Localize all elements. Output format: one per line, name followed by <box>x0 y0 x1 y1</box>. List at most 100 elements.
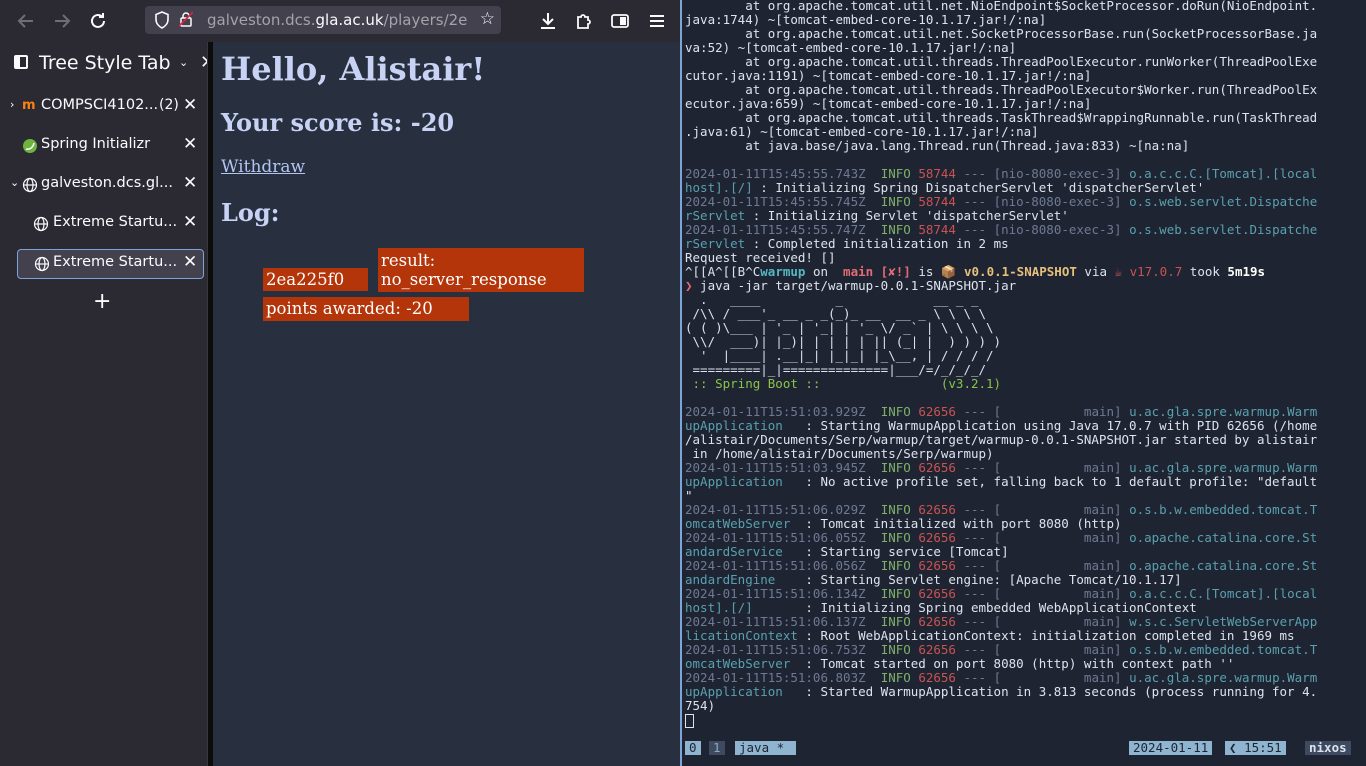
tab-spring-initializr[interactable]: Spring Initializr ✕ <box>0 131 207 161</box>
back-button[interactable] <box>14 9 38 33</box>
close-tab-icon[interactable]: ✕ <box>183 252 197 272</box>
chevron-down-icon[interactable]: ⌄ <box>10 176 19 189</box>
sidebar-header[interactable]: Tree Style Tab ⌄ ✕ <box>0 42 215 86</box>
log-result-value: no_server_response <box>381 270 547 289</box>
log-line: 2024-01-11T15:51:06.056Z INFO 62656 --- … <box>685 558 1318 573</box>
log-line: 2024-01-11T15:51:03.945Z INFO 62656 --- … <box>685 460 1318 475</box>
forward-button[interactable] <box>50 9 74 33</box>
puzzle-icon <box>577 14 591 29</box>
url-domain: gla.ac.uk <box>315 11 384 29</box>
log-heading: Log: <box>221 198 280 227</box>
close-tab-icon[interactable]: ✕ <box>183 212 197 232</box>
tab-extreme-startup-1[interactable]: Extreme Startu... ✕ <box>17 209 204 239</box>
url-suffix: /players/2e <box>383 11 468 29</box>
lock-insecure-icon[interactable] <box>179 11 193 27</box>
log-result: result: no_server_response <box>378 248 584 292</box>
log-points: points awarded: -20 <box>263 297 469 321</box>
stack-trace-line: at org.apache.tomcat.util.threads.TaskTh… <box>685 110 1318 125</box>
tab-compsci[interactable]: › m COMPSCI4102... (2) ✕ <box>0 92 207 122</box>
log-line: 2024-01-11T15:51:06.753Z INFO 62656 --- … <box>685 642 1318 657</box>
spring-banner-line: =========|_|==============|___/=/_/_/_/ <box>685 362 987 377</box>
log-line: 754) <box>685 698 716 713</box>
greeting-heading: Hello, Alistair! <box>221 50 486 88</box>
log-line: 2024-01-11T15:51:06.137Z INFO 62656 --- … <box>685 614 1318 629</box>
log-request-id: 2ea225f0 <box>263 268 368 291</box>
spring-banner-line: . ____ _ __ _ _ <box>685 292 979 307</box>
tab-extreme-startup-2-active[interactable]: Extreme Startu... ✕ <box>17 249 204 279</box>
log-line: upApplication : No active profile set, f… <box>685 474 1318 489</box>
log-line: andardEngine : Starting Servlet engine: … <box>685 572 1182 587</box>
forward-arrow-icon <box>55 14 71 28</box>
log-line: rServlet : Initializing Servlet 'dispatc… <box>685 208 1069 223</box>
stack-trace-line: at org.apache.tomcat.util.net.SocketProc… <box>685 26 1318 41</box>
globe-icon <box>34 256 50 272</box>
close-tab-icon[interactable]: ✕ <box>183 95 197 115</box>
log-line: andardService : Starting service [Tomcat… <box>685 544 1009 559</box>
menu-button[interactable] <box>645 9 669 33</box>
back-arrow-icon <box>17 14 33 28</box>
moodle-icon: m <box>22 98 36 113</box>
score-heading: Your score is: -20 <box>221 108 455 137</box>
log-line: omcatWebServer : Tomcat started on port … <box>685 656 1235 671</box>
tab-child-count: (2) <box>159 97 179 113</box>
chevron-down-icon[interactable]: ⌄ <box>179 56 188 69</box>
log-result-label: result: <box>381 251 436 270</box>
spring-banner-line: /\\ / ___'_ __ _ _(_)_ __ __ _ \ \ \ \ <box>685 306 987 321</box>
stack-trace-line: va:52) ~[tomcat-embed-core-10.1.17.jar!/… <box>685 40 1017 55</box>
stack-trace-line: cutor.java:1191) ~[tomcat-embed-core-10.… <box>685 68 1092 83</box>
tab-label: galveston.dcs.gl... <box>41 175 173 191</box>
stack-trace-line: ecutor.java:659) ~[tomcat-embed-core-10.… <box>685 96 1092 111</box>
spring-banner-line: ( ( )\___ | '_ | '_| | '_ \/ _` | \ \ \ … <box>685 320 994 335</box>
tab-label: Extreme Startu... <box>53 214 177 230</box>
new-tab-plus-icon[interactable]: + <box>93 289 111 314</box>
log-line: in /home/alistair/Documents/Serp/warmup) <box>685 446 994 461</box>
log-line: " <box>685 488 693 503</box>
log-line: licationContext : Root WebApplicationCon… <box>685 628 1295 643</box>
tmux-window-name: java * <box>735 741 797 755</box>
log-line: upApplication : Starting WarmupApplicati… <box>685 418 1318 433</box>
terminal-window[interactable]: at org.apache.tomcat.util.net.NioEndpoin… <box>682 0 1366 766</box>
sidebar-toggle-button[interactable] <box>608 9 632 33</box>
log-line: omcatWebServer : Tomcat initialized with… <box>685 516 1122 531</box>
tab-galveston[interactable]: ⌄ galveston.dcs.gl... ✕ <box>0 170 207 200</box>
request-line: Request received! [] <box>685 250 836 265</box>
reload-button[interactable] <box>86 9 110 33</box>
url-text[interactable]: galveston.dcs.gla.ac.uk/players/2e <box>207 11 467 29</box>
shield-icon[interactable] <box>153 10 171 30</box>
web-page: Hello, Alistair! Your score is: -20 With… <box>213 42 680 766</box>
close-tab-icon[interactable]: ✕ <box>183 134 197 154</box>
terminal-cursor <box>685 713 1363 728</box>
withdraw-link[interactable]: Withdraw <box>221 157 305 177</box>
bookmark-star-icon[interactable]: ☆ <box>480 9 495 29</box>
browser-toolbar: galveston.dcs.gla.ac.uk/players/2e ☆ <box>0 0 680 43</box>
url-bar[interactable]: galveston.dcs.gla.ac.uk/players/2e ☆ <box>145 6 501 34</box>
log-line: 2024-01-11T15:51:06.134Z INFO 62656 --- … <box>685 586 1318 601</box>
log-line: 2024-01-11T15:45:55.743Z INFO 58744 --- … <box>685 166 1318 181</box>
tab-label: Spring Initializr <box>41 136 151 152</box>
log-line: upApplication : Started WarmupApplicatio… <box>685 684 1318 699</box>
log-line: rServlet : Completed initialization in 2… <box>685 236 1009 251</box>
spring-banner-line: \\/ ___)| |_)| | | | | || (_| | ) ) ) ) <box>685 334 1002 349</box>
extensions-button[interactable] <box>572 9 596 33</box>
tmux-time-value: 15:51 <box>1244 740 1282 755</box>
log-line: host].[/] : Initializing Spring Dispatch… <box>685 180 1205 195</box>
tmux-host: nixos <box>1305 741 1351 755</box>
log-line: 2024-01-11T15:45:55.747Z INFO 58744 --- … <box>685 222 1318 237</box>
tmux-session: 0 <box>685 741 701 755</box>
log-line: 2024-01-11T15:51:03.929Z INFO 62656 --- … <box>685 404 1318 419</box>
log-line: 2024-01-11T15:51:06.803Z INFO 62656 --- … <box>685 670 1318 685</box>
sidebar-icon <box>611 14 629 28</box>
tmux-window-index: 1 <box>709 741 725 755</box>
spring-icon <box>23 139 37 153</box>
log-line: 2024-01-11T15:45:55.745Z INFO 58744 --- … <box>685 194 1318 209</box>
close-tab-icon[interactable]: ✕ <box>183 173 197 193</box>
stack-trace-line: at org.apache.tomcat.util.threads.Thread… <box>685 54 1318 69</box>
log-line: /alistair/Documents/Serp/warmup/target/w… <box>685 432 1318 447</box>
sidebar-title[interactable]: Tree Style Tab <box>39 52 171 74</box>
stack-trace-line: at org.apache.tomcat.util.threads.Thread… <box>685 82 1318 97</box>
log-line: 2024-01-11T15:51:06.055Z INFO 62656 --- … <box>685 530 1318 545</box>
chevron-right-icon[interactable]: › <box>10 98 14 111</box>
downloads-button[interactable] <box>536 9 560 33</box>
